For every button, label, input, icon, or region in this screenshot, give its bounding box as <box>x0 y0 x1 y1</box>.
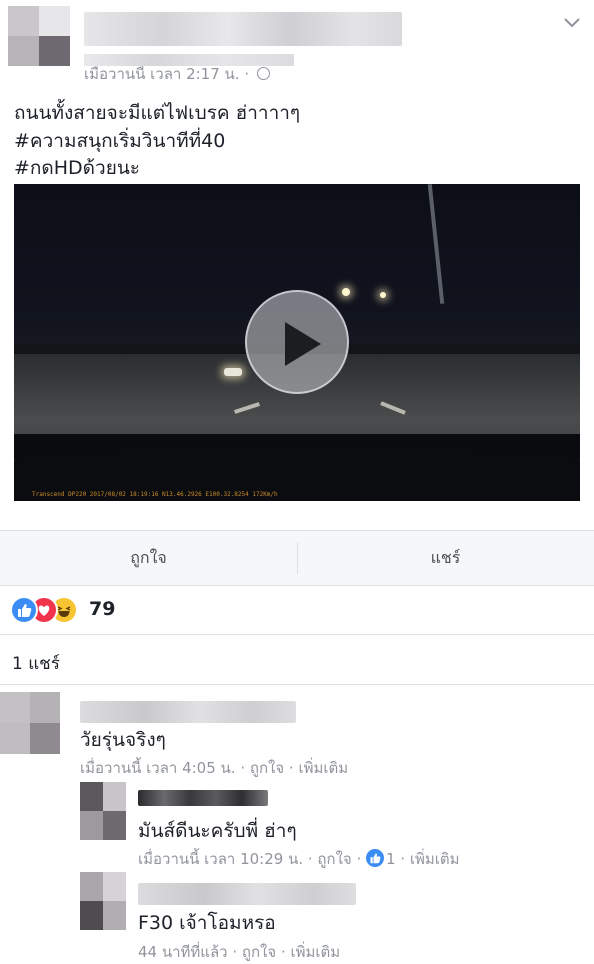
light-pole <box>427 184 445 304</box>
reaction-count[interactable]: 79 <box>89 598 115 620</box>
comment-text: วัยรุ่นจริงๆ <box>80 729 166 751</box>
divider <box>0 634 594 635</box>
divider <box>0 684 594 685</box>
reply-text: F30 เจ้าโอมหรอ <box>138 912 276 934</box>
globe-icon <box>256 67 270 80</box>
reply-avatar[interactable] <box>80 872 126 930</box>
share-button[interactable]: แชร์ <box>297 531 594 585</box>
like-icon <box>10 596 38 624</box>
reply-meta-time: เมื่อวานนี้ เวลา 10:29 น. · ถูกใจ · <box>138 850 362 868</box>
play-button[interactable] <box>245 290 349 394</box>
post-timestamp-text: เมื่อวานนี้ เวลา 2:17 น. · <box>84 65 250 83</box>
post-action-bar: ถูกใจ แชร์ <box>0 530 594 586</box>
reply-meta[interactable]: 44 นาทีที่แล้ว · ถูกใจ · เพิ่มเติม <box>138 940 340 964</box>
like-button[interactable]: ถูกใจ <box>0 531 297 585</box>
post-author-avatar[interactable] <box>8 6 70 66</box>
reply-more-link[interactable]: · เพิ่มเติม <box>400 850 459 868</box>
post-author-name-redacted[interactable] <box>84 12 402 46</box>
reply-like-count[interactable]: 1 <box>386 850 396 868</box>
post-hashtag-1[interactable]: #ความสนุกเริ่มวินาทีที่40 <box>14 126 225 156</box>
post-timestamp[interactable]: เมื่อวานนี้ เวลา 2:17 น. · <box>84 54 294 86</box>
reply-author-redacted[interactable] <box>138 883 356 905</box>
car-lights <box>224 368 242 376</box>
reply-meta[interactable]: เมื่อวานนี้ เวลา 10:29 น. · ถูกใจ · 1 · … <box>138 847 460 871</box>
reply-text: มันส์ดีนะครับพี่ ฮ่าๆ <box>138 820 297 842</box>
comment-avatar[interactable] <box>0 692 60 754</box>
comment-meta[interactable]: เมื่อวานนี้ เวลา 4:05 น. · ถูกใจ · เพิ่ม… <box>80 756 348 780</box>
chevron-down-icon[interactable] <box>562 12 582 32</box>
share-count[interactable]: 1 แชร์ <box>12 650 60 677</box>
video-player[interactable]: Transcend DP220 2017/08/02 18:19:16 N13.… <box>14 184 580 501</box>
post-text-line-1: ถนนทั้งสายจะมีแต่ไฟเบรค ฮ่าาาาๆ <box>14 102 301 124</box>
comment-author-redacted[interactable] <box>80 701 296 723</box>
reply-author-redacted[interactable] <box>138 790 268 806</box>
post-hashtag-2[interactable]: #กดHDด้วยนะ <box>14 153 140 183</box>
timestamp-blur <box>84 54 294 66</box>
dashcam-overlay-text: Transcend DP220 2017/08/02 18:19:16 N13.… <box>32 491 278 498</box>
like-icon <box>366 849 384 867</box>
street-lamp <box>380 292 386 298</box>
reply-avatar[interactable] <box>80 782 126 840</box>
street-lamp <box>342 288 350 296</box>
play-icon <box>285 322 321 366</box>
